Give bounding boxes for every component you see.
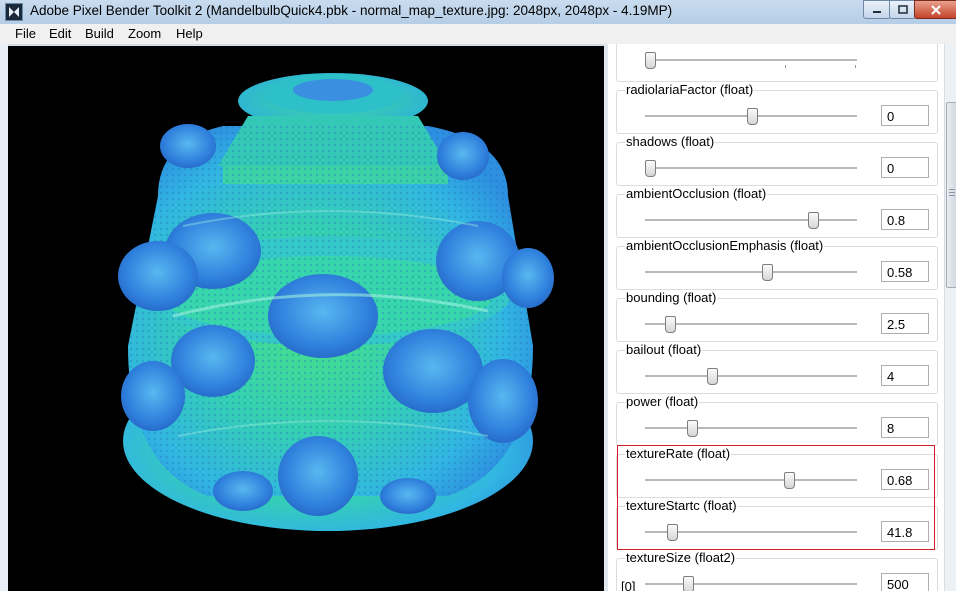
slider-thumb[interactable]	[645, 52, 656, 69]
param-shadows: shadows (float) 0	[616, 134, 938, 186]
menu-bar: File Edit Build Zoom Help	[0, 24, 956, 45]
slider-track[interactable]	[645, 108, 857, 125]
param-group-partial	[616, 44, 938, 82]
param-label: bailout (float)	[625, 342, 703, 357]
param-label: bounding (float)	[625, 290, 718, 305]
param-label: ambientOcclusion (float)	[625, 186, 768, 201]
value-field[interactable]: 500	[881, 573, 929, 591]
slider-track[interactable]	[645, 420, 857, 437]
value-field[interactable]: 8	[881, 417, 929, 438]
slider-track[interactable]	[645, 52, 857, 69]
slider-thumb[interactable]	[683, 576, 694, 591]
param-label: shadows (float)	[625, 134, 716, 149]
param-texture-size: textureSize (float2) [0] 500	[616, 550, 938, 591]
image-preview[interactable]	[8, 46, 604, 591]
menu-edit[interactable]: Edit	[49, 26, 71, 41]
minimize-button[interactable]	[863, 0, 891, 19]
slider-track[interactable]	[645, 316, 857, 333]
value-field[interactable]: 0	[881, 157, 929, 178]
slider-track[interactable]	[645, 368, 857, 385]
maximize-button[interactable]	[889, 0, 916, 19]
slider-thumb[interactable]	[762, 264, 773, 281]
fractal-render	[118, 73, 554, 531]
slider-tick	[855, 65, 856, 68]
value-field[interactable]: 0.58	[881, 261, 929, 282]
title-bar: Adobe Pixel Bender Toolkit 2 (Mandelbulb…	[0, 0, 956, 25]
param-ambient-occlusion: ambientOcclusion (float) 0.8	[616, 186, 938, 238]
vector-index-label: [0]	[621, 579, 636, 591]
grip-icon	[949, 189, 955, 197]
param-power: power (float) 8	[616, 394, 938, 446]
window-title: Adobe Pixel Bender Toolkit 2 (Mandelbulb…	[30, 3, 673, 18]
maximize-icon	[897, 5, 908, 14]
slider-track[interactable]	[645, 212, 857, 229]
vertical-scrollbar[interactable]	[944, 44, 956, 591]
slider-thumb[interactable]	[747, 108, 758, 125]
slider-track[interactable]	[645, 160, 857, 177]
slider-thumb[interactable]	[645, 160, 656, 177]
value-field[interactable]: 0	[881, 105, 929, 126]
param-bailout: bailout (float) 4	[616, 342, 938, 394]
value-field[interactable]: 0.8	[881, 209, 929, 230]
param-bounding: bounding (float) 2.5	[616, 290, 938, 342]
menu-zoom[interactable]: Zoom	[128, 26, 161, 41]
param-label: textureSize (float2)	[625, 550, 737, 565]
slider-thumb[interactable]	[687, 420, 698, 437]
scrollbar-thumb[interactable]	[946, 102, 956, 288]
slider-track[interactable]	[645, 264, 857, 281]
slider-track[interactable]	[645, 576, 857, 591]
slider-tick	[785, 65, 786, 68]
menu-help[interactable]: Help	[176, 26, 203, 41]
value-field[interactable]: 4	[881, 365, 929, 386]
close-button[interactable]	[914, 0, 956, 19]
param-label: power (float)	[625, 394, 700, 409]
close-icon	[931, 4, 941, 15]
param-label: ambientOcclusionEmphasis (float)	[625, 238, 825, 253]
app-icon[interactable]	[5, 3, 23, 21]
slider-thumb[interactable]	[707, 368, 718, 385]
highlight-box	[617, 445, 935, 550]
param-radiolaria-factor: radiolariaFactor (float) 0	[616, 82, 938, 134]
value-field[interactable]: 2.5	[881, 313, 929, 334]
param-ambient-occlusion-emphasis: ambientOcclusionEmphasis (float) 0.58	[616, 238, 938, 290]
menu-build[interactable]: Build	[85, 26, 114, 41]
minimize-icon	[873, 10, 881, 13]
param-label: radiolariaFactor (float)	[625, 82, 755, 97]
slider-thumb[interactable]	[808, 212, 819, 229]
slider-thumb[interactable]	[665, 316, 676, 333]
menu-file[interactable]: File	[15, 26, 36, 41]
window-edge	[0, 44, 8, 591]
